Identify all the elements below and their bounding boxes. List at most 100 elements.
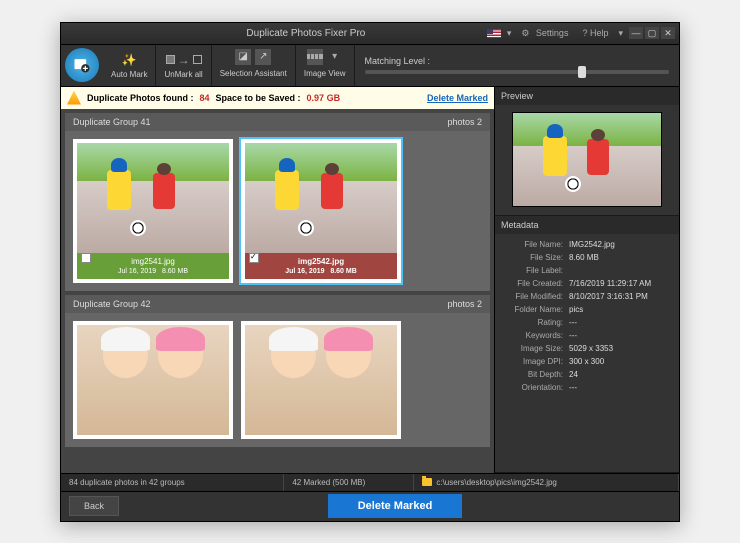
status-marked: 42 Marked (500 MB) <box>284 474 414 491</box>
group-body <box>65 313 490 447</box>
thumb-caption: img2541.jpg Jul 16, 2019 8.60 MB <box>77 253 229 279</box>
thumb-checkbox[interactable] <box>249 253 259 263</box>
app-window: Duplicate Photos Fixer Pro ▾ ⚙ Settings … <box>60 22 680 522</box>
footer: Back Delete Marked <box>61 491 679 521</box>
meta-label: Folder Name: <box>501 305 569 314</box>
thumb-image <box>245 325 397 435</box>
metadata-row: File Created:7/16/2019 11:29:17 AM <box>501 277 673 290</box>
thumb-checkbox[interactable] <box>81 253 91 263</box>
found-label: Duplicate Photos found : <box>87 93 194 103</box>
thumb-image <box>77 325 229 435</box>
folder-icon <box>422 478 432 486</box>
metadata-row: Folder Name:pics <box>501 303 673 316</box>
close-button[interactable]: ✕ <box>661 27 675 39</box>
selection-tool-2-icon[interactable]: ↗ <box>255 49 271 65</box>
main-panel: Duplicate Photos found : 84 Space to be … <box>61 87 494 473</box>
thumb-meta: Jul 16, 2019 8.60 MB <box>81 268 225 275</box>
thumb-image <box>245 143 397 253</box>
wand-icon: ✨ <box>122 52 137 68</box>
warning-icon <box>67 91 81 105</box>
maximize-button[interactable]: ▢ <box>645 27 659 39</box>
meta-label: Rating: <box>501 318 569 327</box>
meta-label: Keywords: <box>501 331 569 340</box>
selection-tool-1-icon[interactable]: ◪ <box>235 49 251 65</box>
toolbar: ✨ Auto Mark → UnMark all ◪ ↗ Selection A… <box>61 45 679 87</box>
meta-value: 8.60 MB <box>569 253 673 262</box>
metadata-row: Image DPI:300 x 300 <box>501 355 673 368</box>
meta-value: IMG2542.jpg <box>569 240 673 249</box>
metadata-row: File Size:8.60 MB <box>501 251 673 264</box>
back-button[interactable]: Back <box>69 496 119 516</box>
unmark-icon: → <box>166 52 202 68</box>
status-bar: 84 duplicate photos in 42 groups 42 Mark… <box>61 473 679 491</box>
meta-value: 24 <box>569 370 673 379</box>
photo-thumbnail[interactable]: img2542.jpg Jul 16, 2019 8.60 MB <box>241 139 401 283</box>
meta-value: 300 x 300 <box>569 357 673 366</box>
metadata-list: File Name:IMG2542.jpgFile Size:8.60 MBFi… <box>495 234 679 472</box>
metadata-row: Bit Depth:24 <box>501 368 673 381</box>
settings-link[interactable]: ⚙ Settings <box>517 28 576 39</box>
photo-thumbnail[interactable] <box>73 321 233 439</box>
status-path: c:\users\desktop\pics\img2542.jpg <box>414 474 679 491</box>
meta-value: 8/10/2017 3:16:31 PM <box>569 292 673 301</box>
group-title: Duplicate Group 41 <box>73 117 151 127</box>
meta-value: --- <box>569 318 673 327</box>
thumb-filename: img2542.jpg <box>249 257 393 266</box>
grid-view-icon[interactable] <box>307 49 323 65</box>
group-header: Duplicate Group 42 photos 2 <box>65 295 490 313</box>
delete-marked-button[interactable]: Delete Marked <box>328 494 463 518</box>
unmarkall-button[interactable]: → UnMark all <box>156 45 211 86</box>
automark-button[interactable]: ✨ Auto Mark <box>103 45 156 86</box>
group-header: Duplicate Group 41 photos 2 <box>65 113 490 131</box>
matching-level-control: Matching Level : <box>355 52 679 78</box>
thumb-filename: img2541.jpg <box>81 257 225 266</box>
meta-value <box>569 266 673 275</box>
meta-value: 7/16/2019 11:29:17 AM <box>569 279 673 288</box>
duplicate-group: Duplicate Group 42 photos 2 <box>65 295 490 447</box>
meta-label: Image Size: <box>501 344 569 353</box>
meta-label: File Modified: <box>501 292 569 301</box>
meta-value: --- <box>569 383 673 392</box>
preview-pane <box>495 105 679 215</box>
titlebar: Duplicate Photos Fixer Pro ▾ ⚙ Settings … <box>61 23 679 45</box>
sidebar: Preview Metadata File Name:IMG2542.jpgFi… <box>494 87 679 473</box>
matching-level-slider[interactable] <box>365 70 669 74</box>
found-count: 84 <box>200 93 210 103</box>
duplicate-group: Duplicate Group 41 photos 2 img2541.jpg Jul… <box>65 113 490 291</box>
thumb-image <box>77 143 229 253</box>
photo-thumbnail[interactable]: img2541.jpg Jul 16, 2019 8.60 MB <box>73 139 233 283</box>
group-body: img2541.jpgJul 16, 2019 8.60 MBimg2542.j… <box>65 131 490 291</box>
meta-label: File Label: <box>501 266 569 275</box>
meta-label: Bit Depth: <box>501 370 569 379</box>
app-logo-icon <box>65 48 99 82</box>
view-dropdown-icon[interactable]: ▾ <box>327 49 343 65</box>
metadata-title: Metadata <box>495 216 679 234</box>
metadata-row: Keywords:--- <box>501 329 673 342</box>
help-dropdown[interactable]: ▾ <box>614 28 627 39</box>
selection-assistant-section: ◪ ↗ Selection Assistant <box>212 45 296 86</box>
meta-label: File Size: <box>501 253 569 262</box>
window-title: Duplicate Photos Fixer Pro <box>125 28 487 39</box>
thumb-meta: Jul 16, 2019 8.60 MB <box>249 268 393 275</box>
metadata-row: Orientation:--- <box>501 381 673 394</box>
groups-list: Duplicate Group 41 photos 2 img2541.jpg Jul… <box>61 109 494 473</box>
minimize-button[interactable]: — <box>629 27 643 39</box>
group-count: photos 2 <box>447 299 482 309</box>
metadata-row: Rating:--- <box>501 316 673 329</box>
metadata-row: File Label: <box>501 264 673 277</box>
photo-thumbnail[interactable] <box>241 321 401 439</box>
space-label: Space to be Saved : <box>216 93 301 103</box>
language-dropdown[interactable]: ▾ <box>503 28 516 39</box>
language-flag-icon[interactable] <box>487 29 501 38</box>
group-title: Duplicate Group 42 <box>73 299 151 309</box>
preview-image <box>512 112 662 207</box>
help-link[interactable]: ? Help <box>578 28 612 38</box>
metadata-row: File Modified:8/10/2017 3:16:31 PM <box>501 290 673 303</box>
preview-title: Preview <box>495 87 679 105</box>
delete-marked-link[interactable]: Delete Marked <box>427 93 488 103</box>
group-count: photos 2 <box>447 117 482 127</box>
image-view-section: ▾ Image View <box>296 45 355 86</box>
meta-label: File Name: <box>501 240 569 249</box>
metadata-row: File Name:IMG2542.jpg <box>501 238 673 251</box>
meta-label: Orientation: <box>501 383 569 392</box>
